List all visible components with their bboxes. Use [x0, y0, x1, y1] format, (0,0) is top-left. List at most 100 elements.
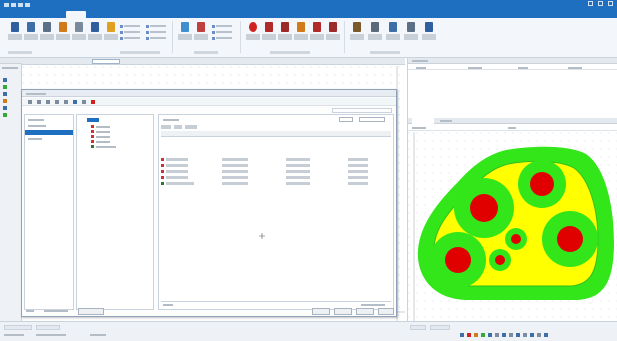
toolbar-icon[interactable]	[55, 99, 59, 104]
ribbon-button-13[interactable]	[294, 21, 308, 45]
tab-property[interactable]	[174, 125, 182, 129]
tab-definitions[interactable]	[40, 11, 46, 18]
close-icon[interactable]	[608, 1, 613, 6]
customize-icon[interactable]	[25, 2, 30, 7]
ribbon-small-item[interactable]	[212, 36, 232, 40]
toolbar-icon[interactable]	[37, 99, 41, 104]
tab-property[interactable]	[185, 125, 197, 129]
ribbon-button-10[interactable]	[246, 21, 260, 45]
toolbar-icon[interactable]	[73, 99, 77, 104]
status-icon[interactable]	[460, 333, 464, 337]
help-button[interactable]	[378, 308, 394, 315]
table-row[interactable]	[161, 157, 372, 162]
ribbon-small-item[interactable]	[146, 24, 166, 28]
toolbar-icon[interactable]	[82, 99, 86, 104]
tab-property[interactable]	[161, 125, 171, 129]
tab-view[interactable]	[146, 11, 152, 18]
redo-icon[interactable]	[18, 2, 23, 7]
tree-icon[interactable]	[3, 106, 7, 110]
status-icon[interactable]	[467, 333, 471, 337]
tree-node-selected[interactable]	[87, 118, 99, 122]
tree-node[interactable]	[91, 140, 110, 143]
toolbar-icon[interactable]	[28, 99, 32, 104]
ribbon-small-item[interactable]	[120, 30, 140, 34]
document-tab[interactable]	[92, 59, 120, 64]
apply-button[interactable]	[356, 308, 374, 315]
status-icon[interactable]	[474, 333, 478, 337]
ribbon-button-19[interactable]	[404, 21, 418, 45]
status-icon[interactable]	[488, 333, 492, 337]
tree-icon[interactable]	[3, 85, 7, 89]
status-icon[interactable]	[502, 333, 506, 337]
status-icon[interactable]	[495, 333, 499, 337]
category-item-selected[interactable]	[25, 130, 73, 135]
status-icon[interactable]	[537, 333, 541, 337]
status-tab[interactable]	[36, 325, 60, 330]
tree-icon[interactable]	[3, 99, 7, 103]
ok-button[interactable]	[312, 308, 330, 315]
status-icon[interactable]	[509, 333, 513, 337]
tree-node[interactable]	[91, 130, 110, 133]
tab-home[interactable]	[22, 11, 28, 18]
ribbon-button-9[interactable]	[194, 21, 208, 45]
cancel-button[interactable]	[334, 308, 352, 315]
status-icon[interactable]	[530, 333, 534, 337]
ribbon-button-11[interactable]	[262, 21, 276, 45]
tree-node[interactable]	[91, 145, 116, 148]
tree-node[interactable]	[91, 125, 110, 128]
ribbon-button-2[interactable]	[24, 21, 38, 45]
ribbon-button-7[interactable]	[104, 21, 118, 45]
tab-active[interactable]	[66, 11, 86, 18]
ribbon-button-4[interactable]	[56, 21, 70, 45]
tab-post-processing[interactable]	[112, 11, 118, 18]
status-icon[interactable]	[516, 333, 520, 337]
ribbon-small-item[interactable]	[212, 24, 232, 28]
maximize-icon[interactable]	[598, 1, 603, 6]
status-tab[interactable]	[4, 325, 32, 330]
table-button[interactable]	[339, 117, 353, 122]
ribbon-button-18[interactable]	[386, 21, 400, 45]
tree-icon[interactable]	[3, 92, 7, 96]
toolbar-icon[interactable]	[91, 99, 95, 104]
undo-icon[interactable]	[11, 2, 16, 7]
tab-file[interactable]	[6, 11, 12, 18]
ribbon-small-item[interactable]	[212, 30, 232, 34]
tree-icon[interactable]	[3, 113, 7, 117]
ribbon-button-6[interactable]	[88, 21, 102, 45]
tree-icon[interactable]	[3, 78, 7, 82]
tree-node[interactable]	[91, 135, 110, 138]
tab-results[interactable]	[88, 11, 94, 18]
ribbon-button-20[interactable]	[422, 21, 436, 45]
ribbon-small-item[interactable]	[120, 24, 140, 28]
ribbon-button-16[interactable]	[350, 21, 364, 45]
table-row[interactable]	[161, 181, 372, 186]
status-icon[interactable]	[544, 333, 548, 337]
status-tab[interactable]	[410, 325, 426, 330]
ribbon-button-17[interactable]	[368, 21, 382, 45]
status-tab[interactable]	[430, 325, 450, 330]
ribbon-button-12[interactable]	[278, 21, 292, 45]
ribbon-small-item[interactable]	[146, 30, 166, 34]
ribbon-button-5[interactable]	[72, 21, 86, 45]
ribbon-button-3[interactable]	[40, 21, 54, 45]
minimize-icon[interactable]	[588, 1, 593, 6]
ribbon-button-15[interactable]	[326, 21, 340, 45]
toolbar-icon[interactable]	[64, 99, 68, 104]
ribbon-small-item[interactable]	[120, 36, 140, 40]
ribbon-button-1[interactable]	[8, 21, 22, 45]
ribbon-button-8[interactable]	[178, 21, 192, 45]
status-icon[interactable]	[481, 333, 485, 337]
dialog-left-button[interactable]	[78, 308, 104, 315]
table-button[interactable]	[359, 117, 385, 122]
table-row[interactable]	[161, 169, 372, 174]
save-icon[interactable]	[4, 2, 9, 7]
search-input[interactable]	[332, 108, 392, 113]
status-icon[interactable]	[523, 333, 527, 337]
toolbar-icon[interactable]	[46, 99, 50, 104]
table-row[interactable]	[161, 175, 372, 180]
table-row[interactable]	[161, 163, 372, 168]
ribbon-button-14[interactable]	[310, 21, 324, 45]
ribbon-small-item[interactable]	[146, 36, 166, 40]
model-canvas[interactable]	[408, 132, 617, 321]
tab-model[interactable]	[412, 118, 434, 124]
